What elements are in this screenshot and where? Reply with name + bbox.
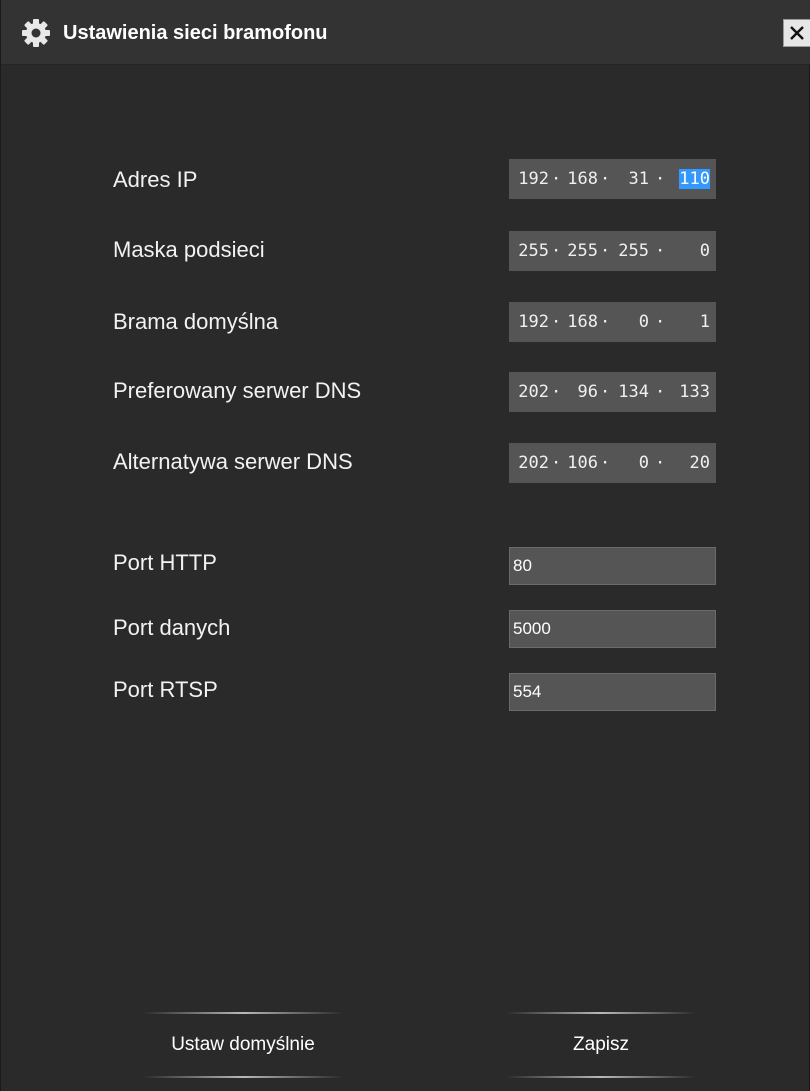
ip-octet[interactable]: 255 xyxy=(562,240,598,262)
ip-octet[interactable]: 202 xyxy=(513,381,549,403)
ip-separator: · xyxy=(600,241,611,261)
ip-octet[interactable]: 168 xyxy=(562,168,598,190)
rtsp-port-input[interactable]: 554 xyxy=(509,673,716,711)
ip-separator: · xyxy=(551,241,562,261)
gear-icon xyxy=(21,18,51,48)
ip-separator: · xyxy=(600,312,611,332)
ip-separator: · xyxy=(551,312,562,332)
save-button-label: Zapisz xyxy=(573,1034,629,1055)
ip-octet[interactable]: 20 xyxy=(669,452,710,474)
close-button[interactable] xyxy=(783,19,810,47)
ip-octet-selected[interactable]: 110 xyxy=(669,168,710,190)
rtsp-port-label: Port RTSP xyxy=(113,677,218,702)
ip-separator: · xyxy=(551,169,562,189)
ip-separator: · xyxy=(551,453,562,473)
ip-separator: · xyxy=(655,169,666,189)
default-gateway-label: Brama domyślna xyxy=(113,309,279,334)
ip-octet[interactable]: 96 xyxy=(562,381,598,403)
close-icon xyxy=(790,26,804,40)
ip-separator: · xyxy=(655,312,666,332)
ip-octet[interactable]: 0 xyxy=(669,240,710,262)
ip-octet[interactable]: 0 xyxy=(613,452,649,474)
network-settings-dialog: Ustawienia sieci bramofonu Adres IP 192 … xyxy=(0,0,810,1091)
subnet-mask-input[interactable]: 255 · 255 · 255 · 0 xyxy=(509,231,716,271)
save-button[interactable]: Zapisz xyxy=(506,1012,696,1078)
data-port-label: Port danych xyxy=(113,615,231,640)
ip-octet[interactable]: 192 xyxy=(513,311,549,333)
ip-octet[interactable]: 255 xyxy=(613,240,649,262)
ip-octet[interactable]: 0 xyxy=(613,311,649,333)
ip-address-input[interactable]: 192 · 168 · 31 · 110 xyxy=(509,159,716,199)
ip-octet[interactable]: 31 xyxy=(613,168,649,190)
set-defaults-button[interactable]: Ustaw domyślnie xyxy=(143,1012,343,1078)
ip-separator: · xyxy=(600,169,611,189)
ip-octet[interactable]: 1 xyxy=(669,311,710,333)
http-port-label: Port HTTP xyxy=(113,550,217,575)
ip-octet[interactable]: 134 xyxy=(613,381,649,403)
alternate-dns-label: Alternatywa serwer DNS xyxy=(113,449,353,474)
default-gateway-input[interactable]: 192 · 168 · 0 · 1 xyxy=(509,302,716,342)
ip-separator: · xyxy=(655,453,666,473)
ip-separator: · xyxy=(655,382,666,402)
title-bar[interactable]: Ustawienia sieci bramofonu xyxy=(1,0,810,65)
window-title: Ustawienia sieci bramofonu xyxy=(63,22,328,44)
set-defaults-button-label: Ustaw domyślnie xyxy=(171,1034,315,1055)
ip-separator: · xyxy=(655,241,666,261)
data-port-input[interactable]: 5000 xyxy=(509,610,716,648)
ip-octet[interactable]: 168 xyxy=(562,311,598,333)
ip-octet[interactable]: 192 xyxy=(513,168,549,190)
ip-octet-selection: 110 xyxy=(679,169,710,189)
ip-octet[interactable]: 255 xyxy=(513,240,549,262)
ip-octet[interactable]: 202 xyxy=(513,452,549,474)
alternate-dns-input[interactable]: 202 · 106 · 0 · 20 xyxy=(509,443,716,483)
ip-separator: · xyxy=(551,382,562,402)
ip-address-label: Adres IP xyxy=(113,167,198,192)
preferred-dns-input[interactable]: 202 · 96 · 134 · 133 xyxy=(509,372,716,412)
http-port-input[interactable]: 80 xyxy=(509,547,716,585)
preferred-dns-label: Preferowany serwer DNS xyxy=(113,378,362,403)
ip-separator: · xyxy=(600,382,611,402)
ip-octet[interactable]: 133 xyxy=(669,381,710,403)
ip-octet[interactable]: 106 xyxy=(562,452,598,474)
ip-separator: · xyxy=(600,453,611,473)
subnet-mask-label: Maska podsieci xyxy=(113,237,265,262)
